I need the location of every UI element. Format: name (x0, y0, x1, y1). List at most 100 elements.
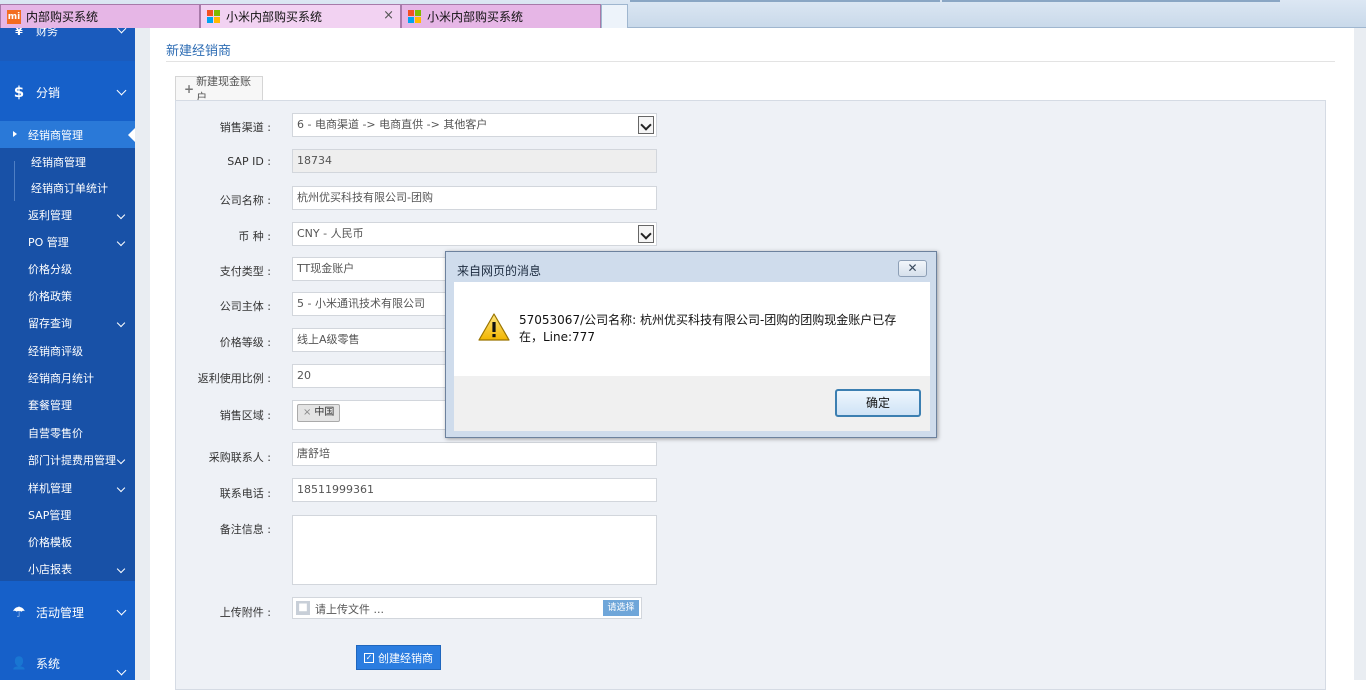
yen-icon: ¥ (15, 28, 23, 38)
dollar-icon: $ (13, 83, 25, 101)
sap-id-label: SAP ID : (227, 155, 271, 168)
sidebar: ¥ 财务 $ 分销 经销商管理 经销商管理 经销商订单统计 返利管理 PO 管理… (0, 28, 135, 680)
attachment-placeholder: 请上传文件 ... (315, 603, 384, 616)
alert-dialog: 来自网页的消息 ✕ 57053067/公司名称: 杭州优买科技有限公司-团购的团… (445, 251, 937, 438)
tab-new-cash-account[interactable]: + 新建现金账户 (175, 75, 263, 104)
attachment-upload[interactable]: ■ 请上传文件 ... 请选择 (292, 597, 642, 619)
sidebar-item-label: PO 管理 (28, 235, 69, 249)
browser-tab-3[interactable]: 小米内部购买系统 (401, 4, 601, 28)
currency-label: 币 种 : (238, 230, 271, 243)
chevron-down-icon (116, 237, 126, 246)
channel-label: 销售渠道 : (219, 121, 271, 134)
tabstrip-divider (630, 0, 940, 2)
sales-region-label: 销售区域 : (219, 409, 271, 422)
sidebar-item-finance[interactable]: ¥ 财务 (0, 28, 135, 61)
remarks-label: 备注信息 : (219, 523, 271, 536)
sidebar-item-dealer-management[interactable]: 经销商管理 (0, 121, 135, 148)
new-tab-button[interactable] (601, 4, 628, 28)
remarks-textarea[interactable] (292, 515, 657, 585)
chevron-down-icon (116, 455, 126, 464)
sidebar-item-store-reports[interactable]: 小店报表 (0, 555, 135, 582)
chevron-down-icon[interactable] (638, 116, 654, 134)
browser-tab-strip: mi 内部购买系统 小米内部购买系统 × 小米内部购买系统 (0, 0, 1366, 28)
sidebar-item-label: SAP管理 (28, 508, 72, 522)
sidebar-item-sample-management[interactable]: 样机管理 (0, 474, 135, 501)
phone-field[interactable]: 18511999361 (292, 478, 657, 502)
sidebar-item-dealer-monthly-stats[interactable]: 经销商月统计 (0, 364, 135, 391)
chevron-down-icon (116, 210, 126, 219)
company-name-label: 公司名称 : (219, 194, 271, 207)
region-tag: × 中国 (297, 404, 341, 422)
ok-button[interactable]: 确定 (835, 389, 921, 417)
sidebar-item-label: 留存查询 (28, 316, 72, 330)
company-name-field[interactable]: 杭州优买科技有限公司-团购 (292, 186, 657, 210)
title-divider (166, 61, 1335, 62)
sidebar-subitem-dealer-management[interactable]: 经销商管理 (0, 148, 135, 175)
user-icon: 👤 (11, 656, 27, 670)
chevron-down-icon[interactable] (638, 225, 654, 243)
sidebar-item-label: 套餐管理 (28, 398, 72, 412)
channel-select[interactable]: 6 - 电商渠道 -> 电商直供 -> 其他客户 (292, 113, 657, 137)
currency-select[interactable]: CNY - 人民币 (292, 222, 657, 246)
windows-logo-icon (408, 9, 422, 24)
check-icon: ✓ (364, 652, 374, 663)
contact-label: 采购联系人 : (208, 451, 271, 464)
user-icon: ■ (296, 601, 310, 615)
rebate-ratio-label: 返利使用比例 : (197, 372, 271, 385)
close-icon[interactable]: ✕ (898, 260, 927, 277)
region-tag-label: 中国 (314, 407, 335, 418)
warning-icon (478, 313, 510, 341)
sidebar-item-label: 经销商管理 (28, 128, 83, 142)
sidebar-item-retail-price[interactable]: 自营零售价 (0, 419, 135, 446)
sidebar-item-label: 自营零售价 (28, 426, 83, 440)
create-dealer-label: 创建经销商 (378, 651, 433, 665)
sidebar-item-label: 小店报表 (28, 562, 72, 576)
tab-label: 小米内部购买系统 (427, 10, 524, 24)
sidebar-item-sap-management[interactable]: SAP管理 (0, 501, 135, 528)
plus-icon: + (184, 82, 195, 96)
tab-label: 内部购买系统 (26, 10, 99, 24)
sidebar-item-price-tiers[interactable]: 价格分级 (0, 255, 135, 282)
dialog-title: 来自网页的消息 (457, 264, 542, 278)
browser-tab-2[interactable]: 小米内部购买系统 × (200, 4, 401, 28)
sap-id-field: 18734 (292, 149, 657, 173)
sidebar-item-dealer-rating[interactable]: 经销商评级 (0, 337, 135, 364)
sidebar-item-activity-management[interactable]: ☂ 活动管理 (0, 581, 135, 643)
chevron-down-icon (116, 564, 126, 573)
phone-label: 联系电话 : (219, 487, 271, 500)
close-tab-icon[interactable]: × (383, 8, 394, 23)
sidebar-item-rebate-management[interactable]: 返利管理 (0, 201, 135, 228)
windows-logo-icon (207, 9, 221, 24)
dialog-footer: 确定 (454, 376, 930, 431)
remove-tag-icon[interactable]: × (303, 405, 311, 421)
tabstrip-divider (942, 0, 1280, 2)
dialog-body: 57053067/公司名称: 杭州优买科技有限公司-团购的团购现金账户已存在，L… (454, 282, 930, 376)
currency-value: CNY - 人民币 (297, 227, 364, 240)
sidebar-item-po-management[interactable]: PO 管理 (0, 228, 135, 255)
sidebar-subitem-dealer-order-stats[interactable]: 经销商订单统计 (0, 174, 135, 201)
sidebar-item-package-management[interactable]: 套餐管理 (0, 391, 135, 418)
sidebar-item-price-policy[interactable]: 价格政策 (0, 282, 135, 309)
page-title: 新建经销商 (166, 44, 232, 59)
chevron-down-icon (116, 483, 126, 492)
sidebar-item-distribution[interactable]: $ 分销 (0, 61, 135, 123)
sidebar-item-price-template[interactable]: 价格模板 (0, 528, 135, 555)
browser-tab-1[interactable]: mi 内部购买系统 (0, 4, 200, 28)
sidebar-item-department-expense[interactable]: 部门计提费用管理 (0, 446, 135, 473)
chevron-down-icon (116, 318, 126, 327)
sidebar-item-label: 价格分级 (28, 262, 72, 276)
sidebar-item-label: 经销商评级 (28, 344, 83, 358)
company-entity-label: 公司主体 : (219, 300, 271, 313)
choose-file-button[interactable]: 请选择 (603, 600, 639, 616)
mi-logo-icon: mi (7, 9, 21, 24)
sidebar-item-label: 经销商管理 (31, 155, 86, 169)
sidebar-item-system[interactable]: 👤 系统 (0, 643, 135, 680)
dialog-message: 57053067/公司名称: 杭州优买科技有限公司-团购的团购现金账户已存在，L… (519, 313, 897, 344)
create-dealer-button[interactable]: ✓ 创建经销商 (356, 645, 441, 670)
tab-label: 小米内部购买系统 (226, 10, 323, 24)
sidebar-item-label: 部门计提费用管理 (28, 453, 116, 467)
sidebar-item-retention-query[interactable]: 留存查询 (0, 309, 135, 336)
attachment-label: 上传附件 : (219, 606, 271, 619)
sidebar-item-label: 样机管理 (28, 481, 72, 495)
contact-field[interactable]: 唐舒培 (292, 442, 657, 466)
